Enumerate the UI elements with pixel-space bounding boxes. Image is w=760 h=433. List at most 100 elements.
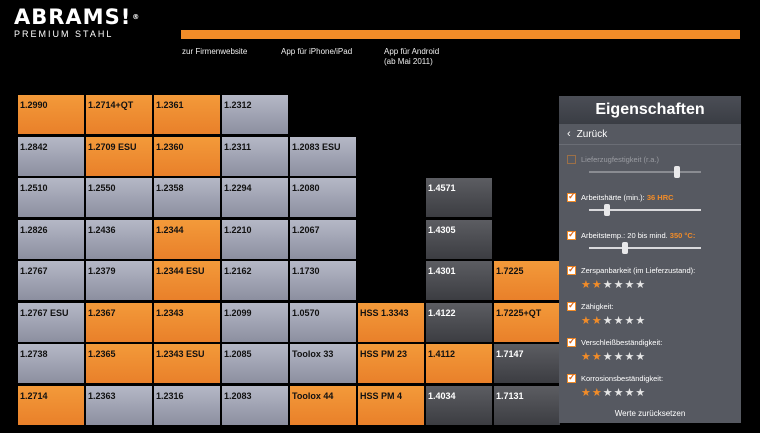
star-icon[interactable]: ★ <box>581 387 592 399</box>
steel-grade-tile[interactable]: 1.2842 <box>18 137 84 176</box>
star-icon[interactable]: ★ <box>635 315 646 327</box>
star-icon[interactable]: ★ <box>603 315 614 327</box>
steel-grade-tile[interactable]: 1.4301 <box>426 261 492 300</box>
steel-grade-tile[interactable]: 1.4305 <box>426 220 492 259</box>
steel-grade-tile[interactable]: 1.2312 <box>222 95 288 134</box>
steel-grade-tile[interactable]: 1.2162 <box>222 261 288 300</box>
property-checkbox[interactable]: ✓ <box>567 229 576 240</box>
steel-grade-tile[interactable]: 1.2210 <box>222 220 288 259</box>
property-checkbox[interactable]: ✓ <box>567 372 576 383</box>
steel-grade-tile[interactable]: 1.2550 <box>86 178 152 217</box>
steel-grade-tile[interactable]: 1.2738 <box>18 344 84 383</box>
star-icon[interactable]: ★ <box>592 279 603 291</box>
star-rating[interactable]: ★★★★★★ <box>581 314 646 327</box>
steel-grade-tile[interactable]: 1.2311 <box>222 137 288 176</box>
steel-grade-tile[interactable]: HSS 1.3343 <box>358 303 424 342</box>
iphone-app-link[interactable]: App für iPhone/iPad <box>281 47 352 57</box>
company-website-link[interactable]: zur Firmenwebsite <box>182 47 247 57</box>
steel-grade-tile[interactable]: 1.4571 <box>426 178 492 217</box>
slider-thumb[interactable] <box>603 204 610 216</box>
steel-grade-tile[interactable]: 1.2361 <box>154 95 220 134</box>
star-icon[interactable]: ★ <box>603 279 614 291</box>
star-icon[interactable]: ★ <box>592 351 603 363</box>
star-icon[interactable]: ★ <box>635 279 646 291</box>
property-checkbox[interactable]: ✓ <box>567 191 576 202</box>
property-slider[interactable] <box>589 204 701 216</box>
steel-grade-tile[interactable]: 1.2826 <box>18 220 84 259</box>
star-icon[interactable]: ★ <box>603 387 614 399</box>
steel-grade-tile[interactable]: 1.7225+QT <box>494 303 560 342</box>
star-icon[interactable]: ★ <box>581 315 592 327</box>
steel-grade-tile[interactable]: 1.2767 ESU <box>18 303 84 342</box>
property-slider[interactable] <box>589 242 701 254</box>
steel-grade-tile[interactable]: 1.4112 <box>426 344 492 383</box>
panel-title: Eigenschaften <box>559 96 741 124</box>
steel-grade-tile[interactable]: 1.2365 <box>86 344 152 383</box>
star-icon[interactable]: ★ <box>581 279 592 291</box>
star-rating[interactable]: ★★★★★★ <box>581 278 646 291</box>
star-rating[interactable]: ★★★★★★ <box>581 350 646 363</box>
star-icon[interactable]: ★ <box>592 387 603 399</box>
steel-grade-tile[interactable]: Toolox 44 <box>290 386 356 425</box>
star-icon[interactable]: ★ <box>625 387 636 399</box>
star-icon[interactable]: ★ <box>603 351 614 363</box>
steel-grade-tile[interactable]: 1.2316 <box>154 386 220 425</box>
property-checkbox[interactable]: ✓ <box>567 336 576 347</box>
abrams-logo[interactable]: ABRAMS!® PREMIUM STAHL <box>14 6 164 42</box>
steel-grade-tile[interactable]: 1.2294 <box>222 178 288 217</box>
steel-grade-tile[interactable]: Toolox 33 <box>290 344 356 383</box>
star-icon[interactable]: ★ <box>614 387 625 399</box>
star-icon[interactable]: ★ <box>635 387 646 399</box>
back-button[interactable]: ‹ Zurück <box>559 124 741 145</box>
star-rating[interactable]: ★★★★★★ <box>581 386 646 399</box>
steel-grade-tile[interactable]: 1.7131 <box>494 386 560 425</box>
steel-grade-tile[interactable]: 1.2083 ESU <box>290 137 356 176</box>
property-checkbox[interactable]: ✓ <box>567 300 576 311</box>
android-app-link[interactable]: App für Android (ab Mai 2011) <box>384 47 439 67</box>
steel-grade-tile[interactable]: 1.2080 <box>290 178 356 217</box>
property-slider[interactable] <box>589 166 701 178</box>
steel-grade-tile[interactable]: 1.4122 <box>426 303 492 342</box>
property-checkbox[interactable]: ✓ <box>567 264 576 275</box>
steel-grade-tile[interactable]: 1.2344 <box>154 220 220 259</box>
steel-grade-tile[interactable]: 1.2360 <box>154 137 220 176</box>
steel-grade-tile[interactable]: 1.0570 <box>290 303 356 342</box>
star-icon[interactable]: ★ <box>635 351 646 363</box>
steel-grade-tile[interactable]: 1.2083 <box>222 386 288 425</box>
star-icon[interactable]: ★ <box>625 315 636 327</box>
steel-grade-tile[interactable]: 1.2099 <box>222 303 288 342</box>
steel-grade-tile[interactable]: 1.2714+QT <box>86 95 152 134</box>
steel-grade-tile[interactable]: 1.2085 <box>222 344 288 383</box>
steel-grade-tile[interactable]: 1.1730 <box>290 261 356 300</box>
steel-grade-tile[interactable]: 1.2363 <box>86 386 152 425</box>
star-icon[interactable]: ★ <box>614 279 625 291</box>
steel-grade-tile[interactable]: 1.7147 <box>494 344 560 383</box>
steel-grade-tile[interactable]: 1.2067 <box>290 220 356 259</box>
steel-grade-tile[interactable]: 1.2367 <box>86 303 152 342</box>
star-icon[interactable]: ★ <box>625 279 636 291</box>
steel-grade-tile[interactable]: HSS PM 4 <box>358 386 424 425</box>
steel-grade-tile[interactable]: 1.2379 <box>86 261 152 300</box>
slider-thumb[interactable] <box>621 242 628 254</box>
star-icon[interactable]: ★ <box>581 351 592 363</box>
steel-grade-tile[interactable]: 1.2344 ESU <box>154 261 220 300</box>
steel-grade-tile[interactable]: 1.2990 <box>18 95 84 134</box>
star-icon[interactable]: ★ <box>614 351 625 363</box>
steel-grade-tile[interactable]: 1.2343 <box>154 303 220 342</box>
star-icon[interactable]: ★ <box>592 315 603 327</box>
steel-grade-tile[interactable]: 1.2767 <box>18 261 84 300</box>
steel-grade-tile[interactable]: 1.2714 <box>18 386 84 425</box>
steel-grade-tile[interactable]: 1.7225 <box>494 261 560 300</box>
property-checkbox[interactable] <box>567 155 576 164</box>
steel-grade-tile[interactable]: 1.2343 ESU <box>154 344 220 383</box>
steel-grade-tile[interactable]: 1.2358 <box>154 178 220 217</box>
slider-thumb[interactable] <box>674 166 681 178</box>
star-icon[interactable]: ★ <box>614 315 625 327</box>
star-icon[interactable]: ★ <box>625 351 636 363</box>
steel-grade-tile[interactable]: 1.4034 <box>426 386 492 425</box>
steel-grade-tile[interactable]: 1.2510 <box>18 178 84 217</box>
steel-grade-tile[interactable]: HSS PM 23 <box>358 344 424 383</box>
reset-values-button[interactable]: Werte zurücksetzen <box>559 409 741 418</box>
steel-grade-tile[interactable]: 1.2709 ESU <box>86 137 152 176</box>
steel-grade-tile[interactable]: 1.2436 <box>86 220 152 259</box>
